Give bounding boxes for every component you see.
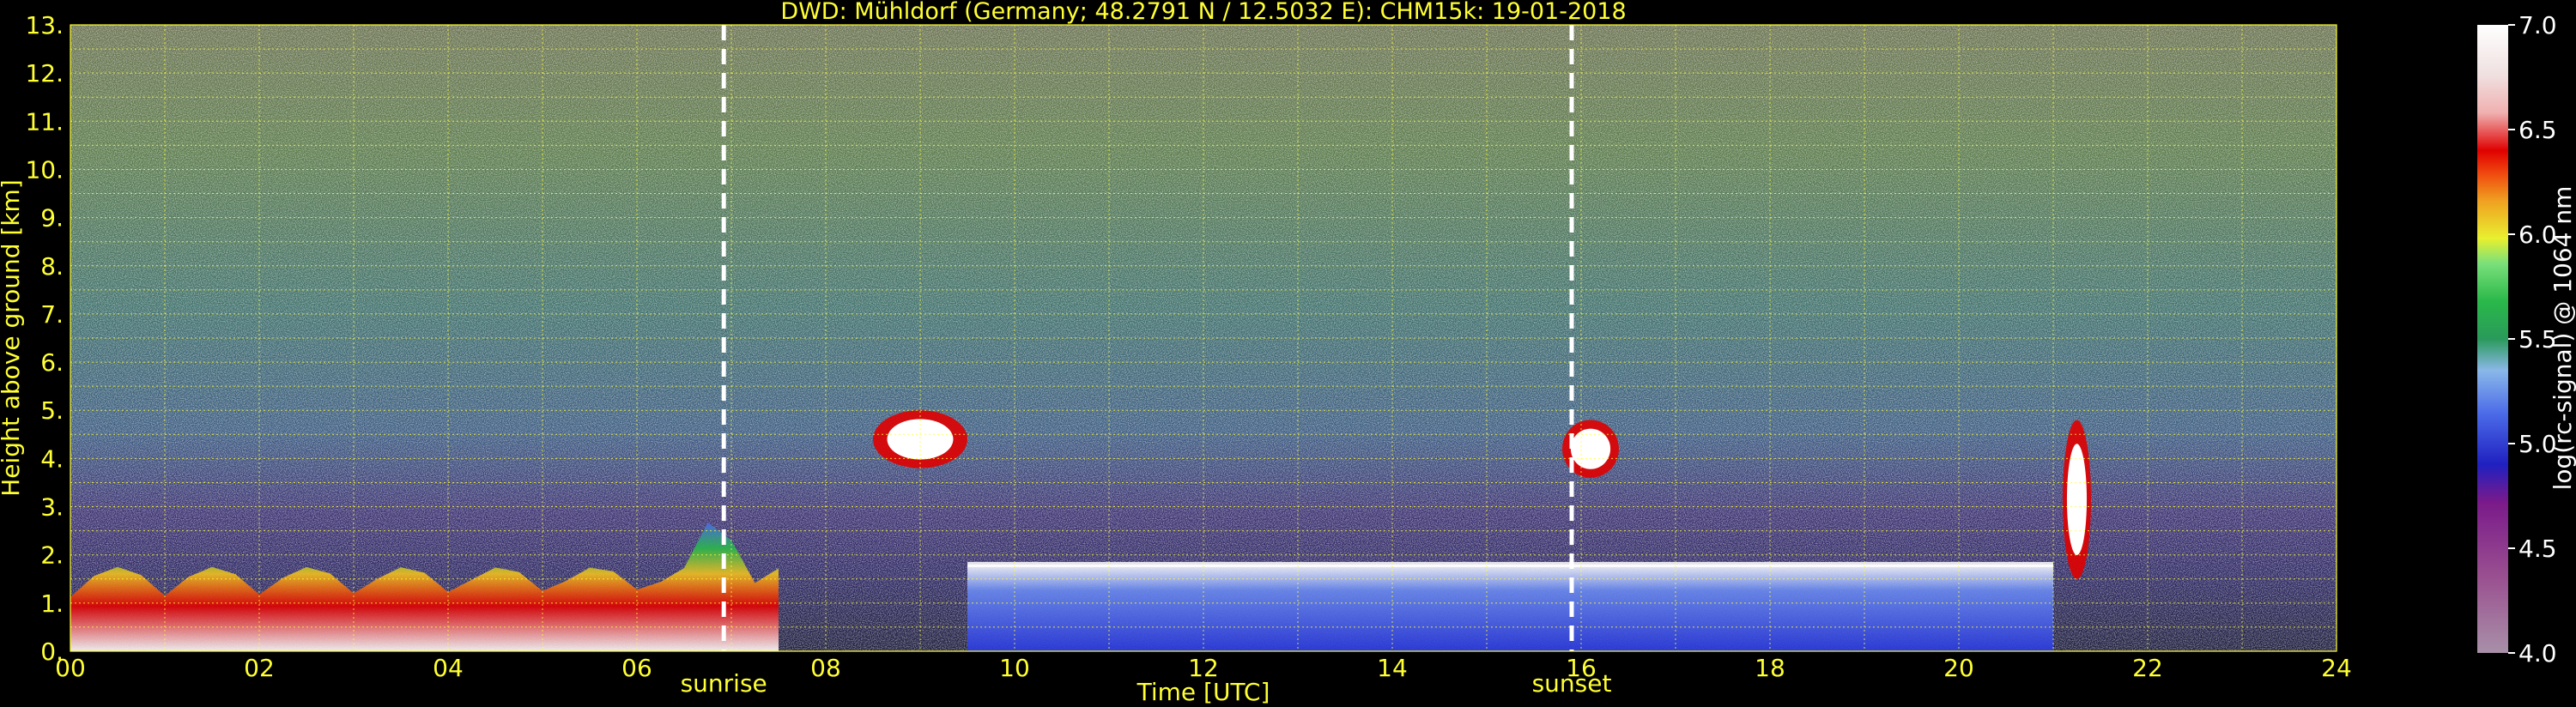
colorbar-tick-label: 4.5 [2518,535,2557,563]
y-axis-label: Height above ground [km] [0,179,25,497]
y-tick-label: 7. [40,300,64,329]
y-tick-label: 13. [25,11,64,39]
x-tick-label: 10 [999,654,1030,682]
x-tick-label: 06 [621,654,652,682]
colorbar-label: log(rc-signal) @ 1064 nm [2549,186,2576,491]
y-tick-label: 4. [40,444,64,473]
x-axis-label: Time [UTC] [1136,678,1270,706]
x-tick-label: 08 [810,654,841,682]
y-tick-label: 1. [40,589,64,618]
y-tick-labels: 0.1.2.3.4.5.6.7.8.9.10.11.12.13. [25,11,64,666]
y-tick-label: 9. [40,204,64,233]
x-tick-label: 24 [2321,654,2352,682]
ceilometer-chart: DWD: Mühldorf (Germany; 48.2791 N / 12.5… [0,0,2576,706]
low-cloud-layer [967,564,2053,651]
cloud-core [2066,444,2088,555]
x-tick-label: 16 [1566,654,1597,682]
x-tick-label: 18 [1755,654,1785,682]
colorbar-tick-label: 4.0 [2518,639,2557,668]
y-tick-label: 12. [25,59,64,88]
y-tick-label: 5. [40,396,64,425]
y-tick-label: 8. [40,252,64,281]
x-tick-label: 00 [55,654,86,682]
annotation-label-sunrise: sunrise [681,669,767,698]
colorbar [2477,25,2508,653]
x-tick-label: 14 [1377,654,1408,682]
colorbar-tick-label: 6.5 [2518,116,2557,144]
y-tick-label: 11. [25,107,64,136]
colorbar-tick-label: 7.0 [2518,11,2557,39]
cloud-top-edge [967,561,2053,567]
y-tick-label: 10. [25,155,64,184]
y-tick-label: 2. [40,541,64,570]
y-tick-label: 6. [40,348,64,377]
chart-title: DWD: Mühldorf (Germany; 48.2791 N / 12.5… [780,0,1626,25]
y-tick-label: 3. [40,493,64,522]
x-tick-label: 20 [1943,654,1974,682]
x-tick-label: 02 [244,654,275,682]
x-tick-label: 04 [433,654,464,682]
x-tick-label: 22 [2132,654,2163,682]
